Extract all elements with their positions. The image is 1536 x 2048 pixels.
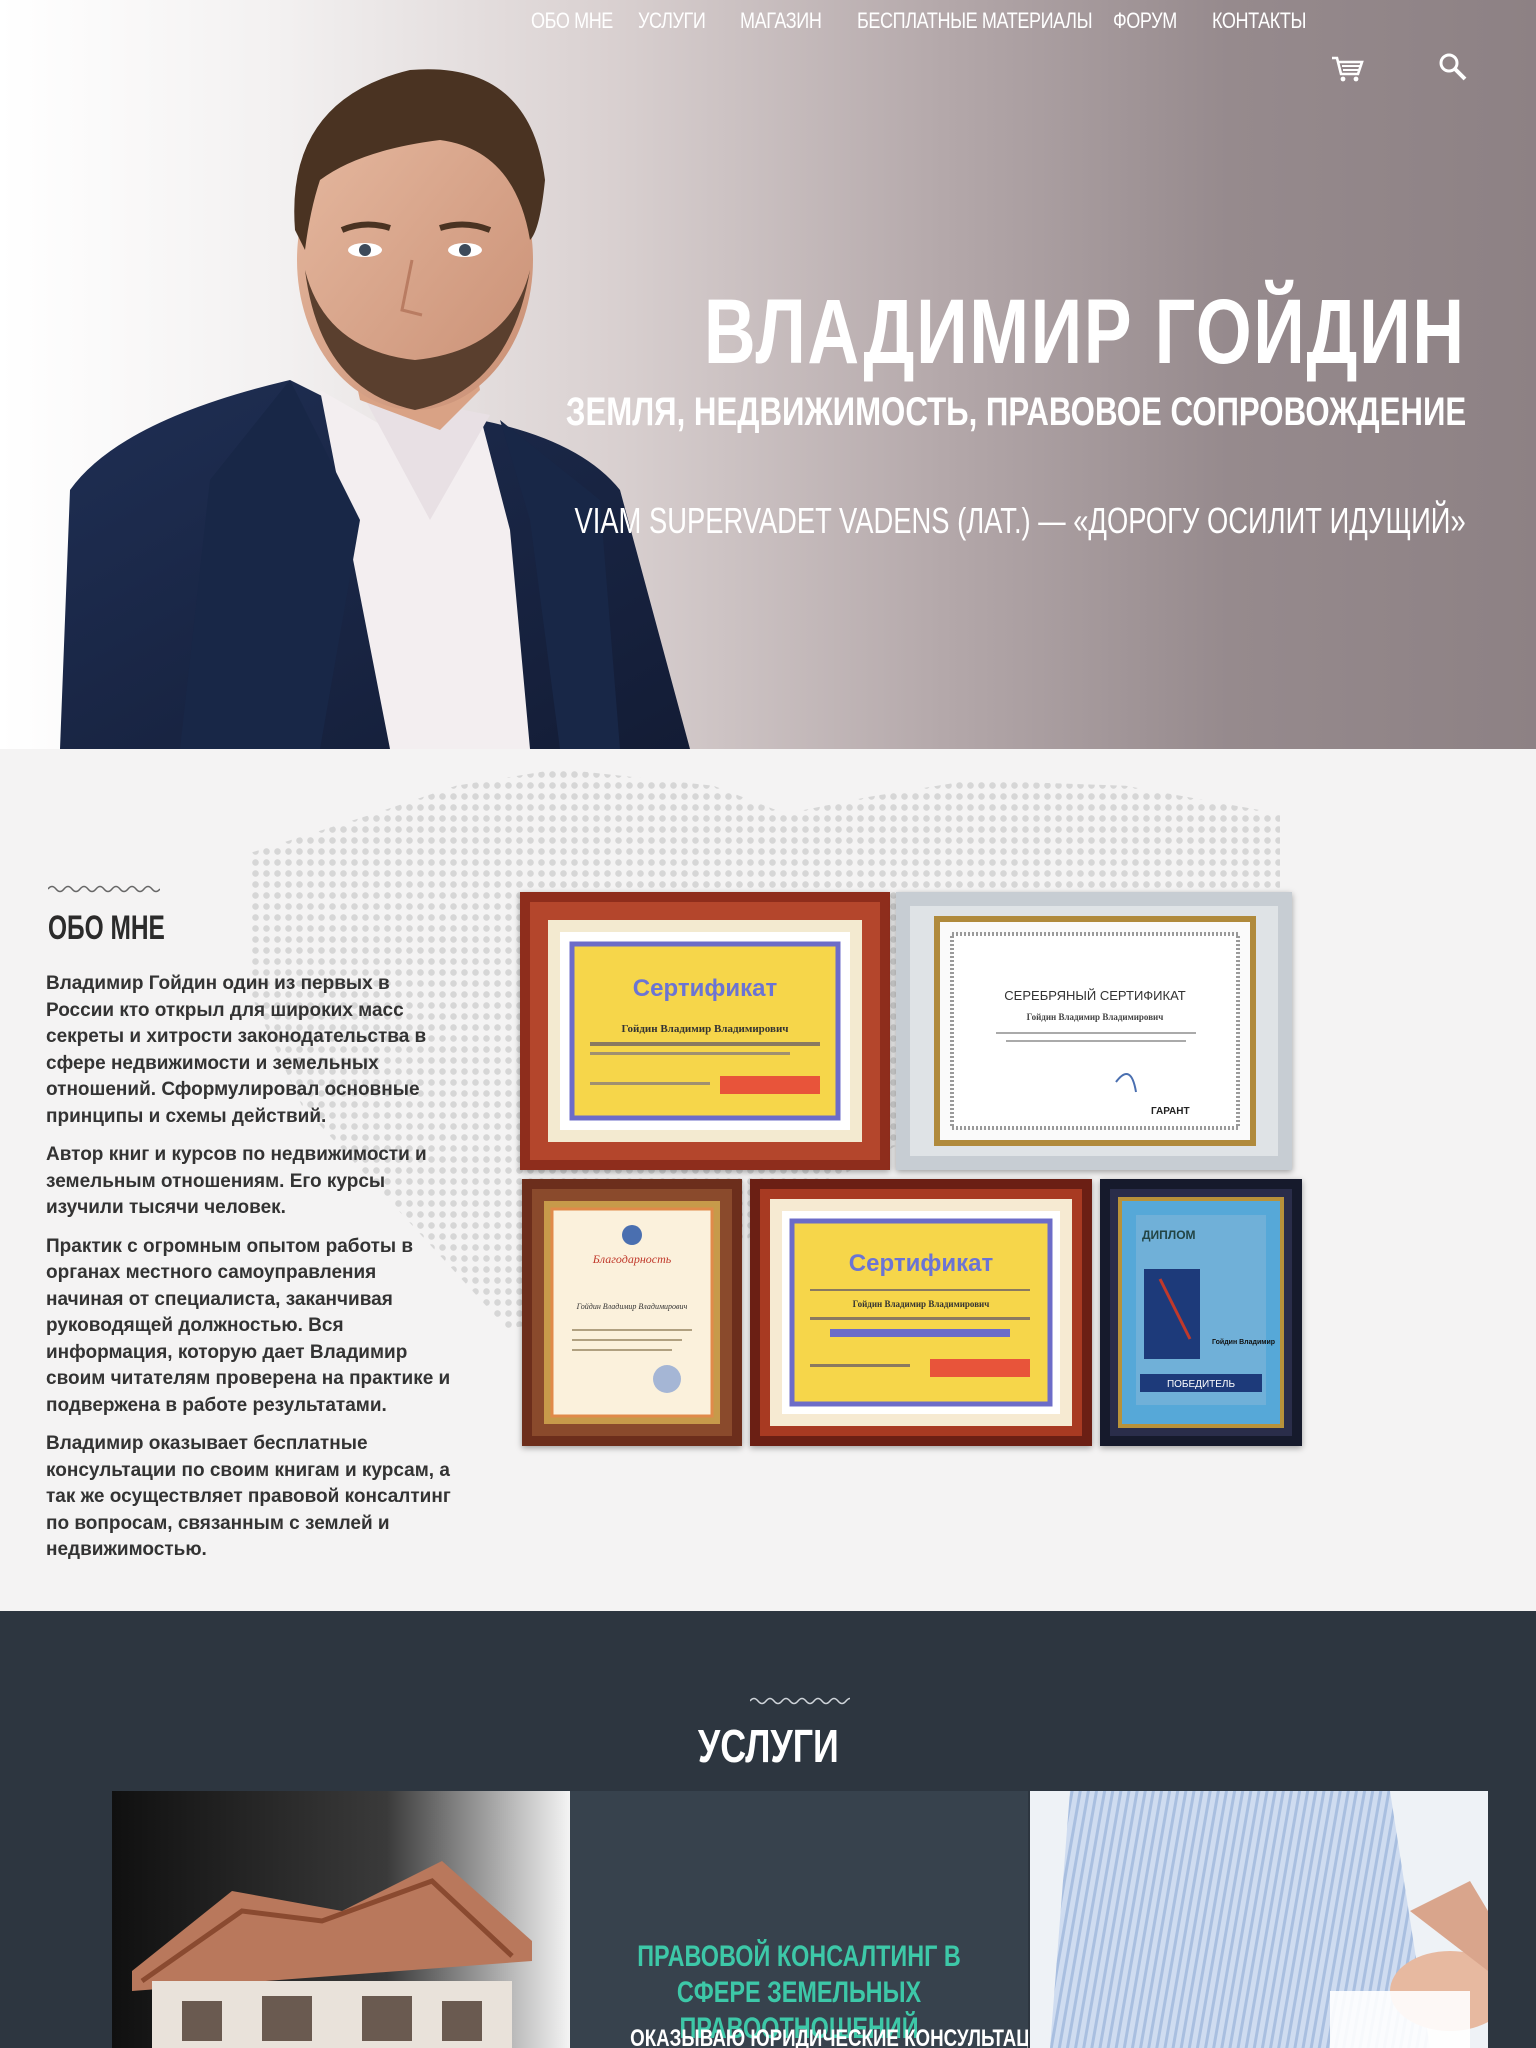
certificate-image: Сертификат Гойдин Владимир Владимирович [520, 892, 890, 1170]
certificate-holder: Гойдин Владимир Владимирович [853, 1299, 990, 1309]
certificate-holder: Гойдин Владимир Владимирович [1027, 1012, 1164, 1022]
certificate-title: ДИПЛОМ [1142, 1228, 1196, 1242]
services-title-text: УСЛУГИ [697, 1720, 839, 1772]
certificate-title: СЕРЕБРЯНЫЙ СЕРТИФИКАТ [1004, 988, 1185, 1003]
service-card-desc-text: ОКАЗЫВАЮ ЮРИДИЧЕСКИЕ КОНСУЛЬТАЦИИ [630, 2025, 1028, 2048]
about-paragraph: Владимир оказывает бесплатные консультац… [46, 1433, 451, 1560]
search-icon[interactable] [1438, 52, 1468, 82]
about-paragraph: Владимир Гойдин один из первых в России … [46, 973, 427, 1127]
about-title: ОБО МНЕ [48, 909, 165, 947]
about-paragraph: Автор книг и курсов по недвижимости и зе… [46, 1144, 427, 1218]
certificate-holder: Гойдин Владимир Владимирович [576, 1302, 688, 1311]
certificate-image: Благодарность Гойдин Владимир Владимиров… [522, 1179, 742, 1446]
hero-quote: VIAM SUPERVADET VADENS (ЛАТ.) — «ДОРОГУ … [574, 500, 1466, 541]
service-card-image[interactable] [1030, 1791, 1488, 2048]
nav-item-services[interactable]: УСЛУГИ [638, 8, 706, 34]
certificate-badge: ПОБЕДИТЕЛЬ [1167, 1379, 1235, 1390]
certificate-holder: Гойдин Владимир Владимирович [621, 1023, 788, 1035]
service-card-image[interactable] [112, 1791, 570, 2048]
certificate-image: Сертификат Гойдин Владимир Владимирович [750, 1179, 1092, 1446]
hero-section: ОБО МНЕ УСЛУГИ МАГАЗИН БЕСПЛАТНЫЕ МАТЕРИ… [0, 0, 1536, 749]
certificate-title: Сертификат [633, 975, 778, 1002]
certificate-image: СЕРЕБРЯНЫЙ СЕРТИФИКАТ Гойдин Владимир Вл… [896, 892, 1292, 1170]
nav-item-contacts[interactable]: КОНТАКТЫ [1212, 8, 1306, 34]
about-text: Владимир Гойдин один из первых в России … [46, 971, 451, 1576]
nav-item-shop[interactable]: МАГАЗИН [740, 8, 822, 34]
about-section: ОБО МНЕ Владимир Гойдин один из первых в… [0, 749, 1536, 1611]
certificate-brand: ГАРАНТ [1151, 1106, 1190, 1117]
nav-item-about[interactable]: ОБО МНЕ [531, 8, 613, 34]
about-paragraph: Практик с огромным опытом работы в орган… [46, 1235, 451, 1416]
services-section: УСЛУГИ ПРАВОВОЙ КОНСАЛТИНГ В СФЕРЕ ЗЕМЕЛ… [0, 1611, 1536, 2048]
wave-divider-icon [48, 885, 160, 893]
service-card-desc: ОКАЗЫВАЮ ЮРИДИЧЕСКИЕ КОНСУЛЬТАЦИИ [570, 2025, 1028, 2048]
certificate-title: Сертификат [849, 1250, 994, 1277]
wave-divider-icon [750, 1697, 850, 1705]
certificate-title: Благодарность [592, 1252, 672, 1266]
hero-subtitle: ЗЕМЛЯ, НЕДВИЖИМОСТЬ, ПРАВОВОЕ СОПРОВОЖДЕ… [565, 390, 1466, 434]
cart-icon[interactable] [1330, 55, 1364, 83]
nav-item-forum[interactable]: ФОРУМ [1113, 8, 1177, 34]
certificate-image: ДИПЛОМ Гойдин Владимир ПОБЕДИТЕЛЬ [1100, 1179, 1302, 1446]
services-title: УСЛУГИ [0, 1719, 1536, 1773]
nav-item-free-materials[interactable]: БЕСПЛАТНЫЕ МАТЕРИАЛЫ [857, 8, 1093, 34]
hero-name: ВЛАДИМИР ГОЙДИН [704, 281, 1466, 383]
service-card[interactable]: ПРАВОВОЙ КОНСАЛТИНГ В СФЕРЕ ЗЕМЕЛЬНЫХ ПР… [570, 1791, 1028, 2048]
certificate-holder: Гойдин Владимир [1212, 1338, 1275, 1346]
